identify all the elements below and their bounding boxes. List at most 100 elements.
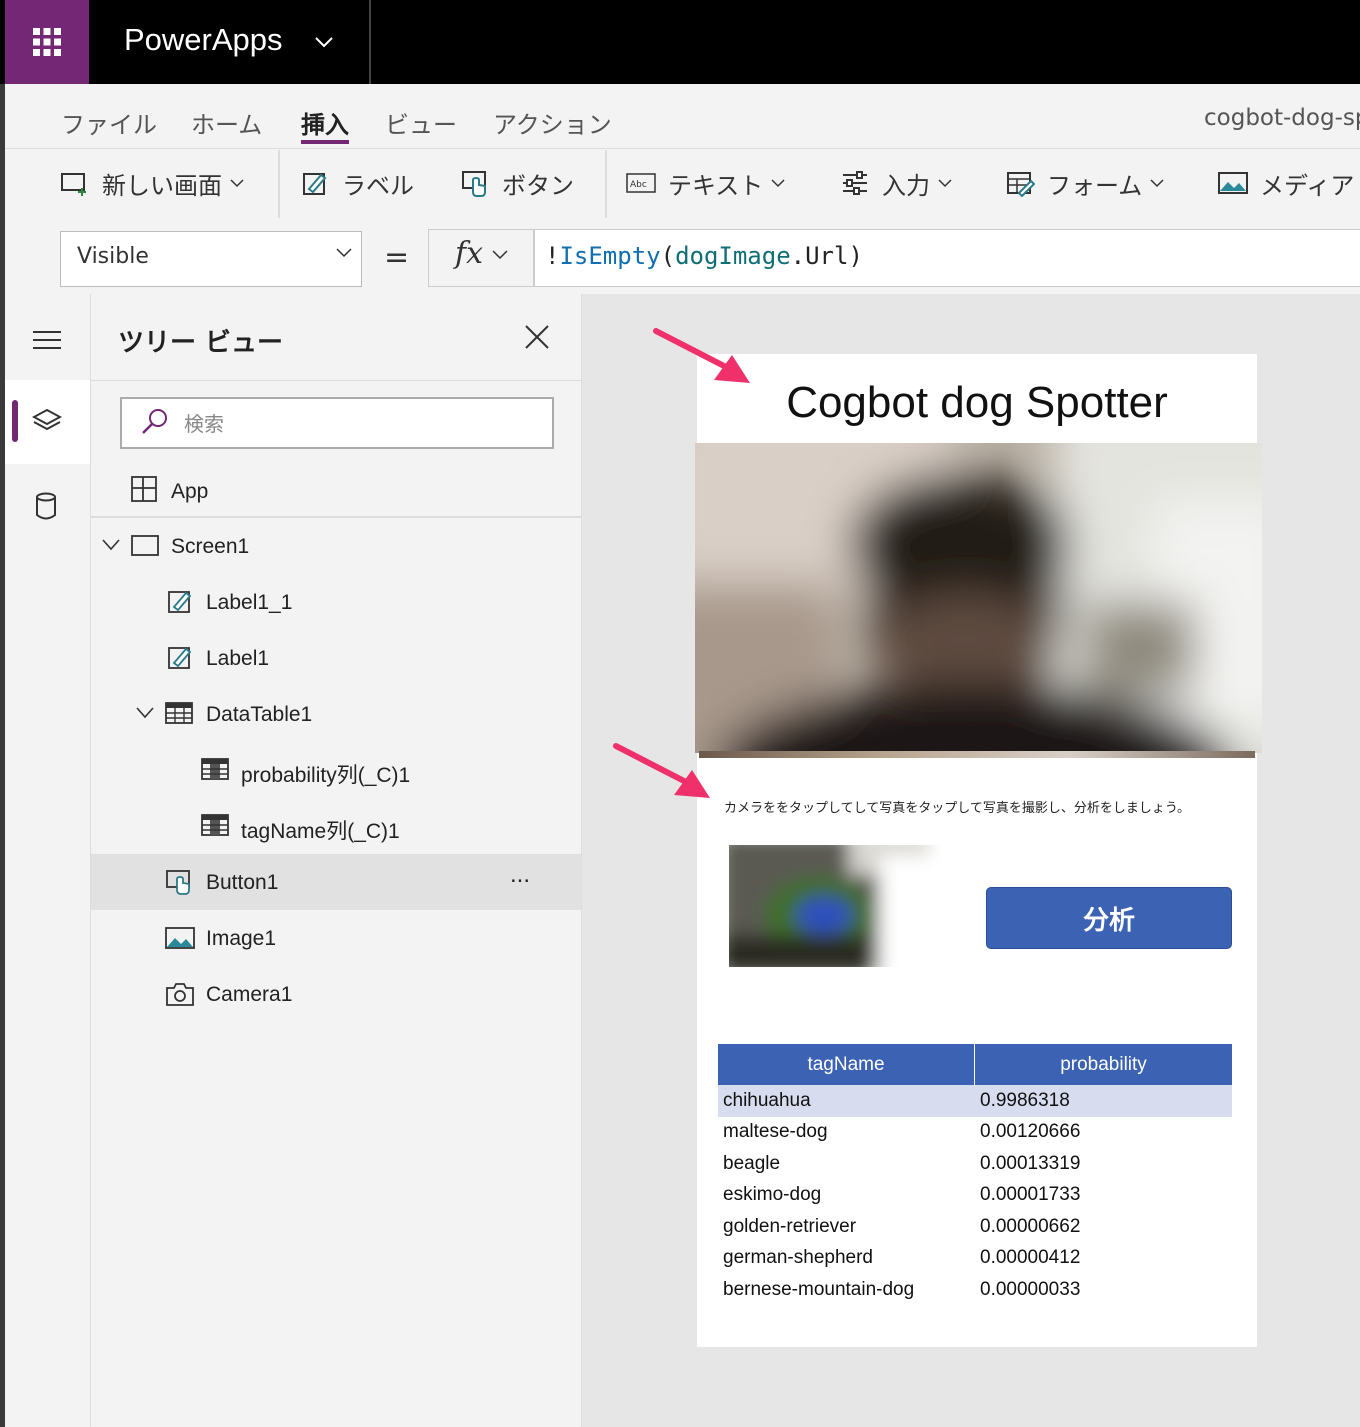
divider bbox=[369, 0, 371, 84]
project-name: cogbot-dog-sp bbox=[1204, 105, 1360, 131]
active-indicator bbox=[12, 400, 18, 442]
annotation-arrow-icon bbox=[653, 328, 750, 383]
analyze-button[interactable]: 分析 bbox=[986, 887, 1232, 949]
text-button-label: テキスト bbox=[668, 171, 764, 200]
tree-item-app[interactable]: App bbox=[91, 464, 581, 520]
menu-file[interactable]: ファイル bbox=[61, 105, 157, 140]
button-button[interactable]: ボタン bbox=[460, 166, 574, 200]
captured-image-thumbnail[interactable] bbox=[729, 845, 941, 967]
tree-item-label1-1[interactable]: Label1_1 bbox=[91, 575, 581, 631]
active-tab-indicator bbox=[301, 140, 349, 144]
chevron-down-icon[interactable] bbox=[314, 36, 334, 48]
image-icon bbox=[165, 927, 195, 949]
hamburger-menu-icon[interactable] bbox=[33, 330, 61, 350]
chevron-down-icon bbox=[492, 250, 508, 260]
tree-item-screen1[interactable]: Screen1 bbox=[91, 519, 581, 575]
form-icon bbox=[1005, 168, 1035, 198]
menu-home[interactable]: ホーム bbox=[191, 105, 262, 140]
cell-probability: 0.00000033 bbox=[980, 1278, 1081, 1300]
column-icon bbox=[201, 758, 229, 780]
annotation-arrow-icon bbox=[613, 743, 710, 798]
formula-property: .Url) bbox=[790, 242, 863, 270]
chevron-down-icon bbox=[336, 248, 352, 258]
database-icon[interactable] bbox=[35, 492, 57, 520]
label-edit-icon bbox=[300, 168, 330, 198]
new-screen-label: 新しい画面 bbox=[102, 171, 222, 200]
new-screen-icon bbox=[60, 168, 90, 198]
data-table[interactable]: tagName probability chihuahua 0.9986318 … bbox=[718, 1044, 1232, 1306]
table-row[interactable]: maltese-dog 0.00120666 bbox=[718, 1117, 1232, 1149]
chevron-down-icon bbox=[938, 178, 952, 187]
menu-insert[interactable]: 挿入 bbox=[301, 105, 349, 140]
more-options-icon[interactable]: ... bbox=[510, 861, 530, 889]
input-button[interactable]: 入力 bbox=[840, 166, 952, 200]
table-header: tagName probability bbox=[718, 1044, 1232, 1085]
new-screen-button[interactable]: 新しい画面 bbox=[60, 166, 244, 200]
tree-item-label: probability列(_C)1 bbox=[241, 764, 411, 787]
tree-item-label1[interactable]: Label1 bbox=[91, 631, 581, 687]
equals-sign: = bbox=[384, 240, 410, 275]
camera-icon bbox=[166, 983, 194, 1006]
column-header-tagname[interactable]: tagName bbox=[718, 1044, 975, 1085]
chevron-down-icon bbox=[771, 178, 785, 187]
chevron-down-icon[interactable] bbox=[102, 539, 120, 551]
label-button[interactable]: ラベル bbox=[300, 166, 414, 200]
screen-icon bbox=[131, 535, 159, 556]
form-button[interactable]: フォーム bbox=[1005, 166, 1164, 200]
table-row[interactable]: eskimo-dog 0.00001733 bbox=[718, 1180, 1232, 1212]
tree-item-button1[interactable]: Button1 ... bbox=[91, 855, 581, 911]
cell-probability: 0.00013319 bbox=[980, 1152, 1081, 1174]
cell-tagname: maltese-dog bbox=[723, 1121, 828, 1143]
app-launcher-waffle-icon[interactable] bbox=[5, 0, 89, 84]
chevron-down-icon bbox=[230, 178, 244, 187]
tree-item-label: DataTable1 bbox=[206, 703, 313, 726]
tree-item-tagname-column[interactable]: tagName列(_C)1 bbox=[91, 799, 581, 855]
table-row[interactable]: german-shepherd 0.00000412 bbox=[718, 1243, 1232, 1275]
cell-probability: 0.00001733 bbox=[980, 1184, 1081, 1206]
formula-paren: ( bbox=[660, 242, 676, 270]
text-input-icon: Abc bbox=[626, 168, 656, 198]
close-icon[interactable] bbox=[524, 324, 550, 350]
formula-operator: ! bbox=[545, 242, 560, 270]
search-placeholder: 検索 bbox=[184, 412, 224, 436]
tree-item-label: Screen1 bbox=[171, 535, 250, 558]
tree-item-label: Button1 bbox=[206, 871, 279, 894]
chevron-down-icon[interactable] bbox=[136, 707, 154, 719]
app-name[interactable]: PowerApps bbox=[124, 22, 283, 58]
chevron-down-icon bbox=[1150, 178, 1164, 187]
cell-tagname: chihuahua bbox=[723, 1089, 811, 1111]
cell-probability: 0.00000662 bbox=[980, 1215, 1081, 1237]
cell-tagname: beagle bbox=[723, 1152, 781, 1174]
column-icon bbox=[201, 814, 229, 836]
tree-item-datatable1[interactable]: DataTable1 bbox=[91, 687, 581, 743]
image-icon bbox=[1218, 168, 1248, 198]
tree-item-label: Image1 bbox=[206, 927, 277, 950]
tree-item-camera1[interactable]: Camera1 bbox=[91, 967, 581, 1023]
tree-item-image1[interactable]: Image1 bbox=[91, 911, 581, 967]
table-row[interactable]: beagle 0.00013319 bbox=[718, 1148, 1232, 1180]
label-edit-icon bbox=[168, 591, 192, 613]
datatable-icon bbox=[165, 702, 193, 724]
table-row[interactable]: bernese-mountain-dog 0.00000033 bbox=[718, 1274, 1232, 1306]
tree-item-label: Camera1 bbox=[206, 983, 293, 1006]
tree-view-title: ツリー ビュー bbox=[118, 328, 284, 358]
tree-item-probability-column[interactable]: probability列(_C)1 bbox=[91, 743, 581, 799]
cell-tagname: bernese-mountain-dog bbox=[723, 1278, 915, 1300]
label-edit-icon bbox=[168, 647, 192, 669]
input-button-label: 入力 bbox=[882, 171, 930, 200]
app-title-label[interactable]: Cogbot dog Spotter bbox=[697, 378, 1257, 428]
text-button[interactable]: Abc テキスト bbox=[626, 166, 785, 200]
button-icon bbox=[166, 870, 190, 895]
table-row[interactable]: chihuahua 0.9986318 bbox=[718, 1085, 1232, 1117]
divider bbox=[91, 380, 581, 381]
label-button-label: ラベル bbox=[342, 171, 414, 200]
photo-edge bbox=[699, 751, 1255, 758]
instruction-label[interactable]: カメラををタップしてして写真をタップして写真を撮影し、分析をしましょう。 bbox=[724, 797, 1190, 816]
cell-probability: 0.00120666 bbox=[980, 1121, 1081, 1143]
media-button[interactable]: メディア bbox=[1218, 166, 1354, 200]
column-header-probability[interactable]: probability bbox=[975, 1044, 1232, 1085]
menu-action[interactable]: アクション bbox=[493, 105, 612, 140]
menu-view[interactable]: ビュー bbox=[385, 105, 457, 140]
camera-photo[interactable] bbox=[695, 443, 1262, 753]
table-row[interactable]: golden-retriever 0.00000662 bbox=[718, 1211, 1232, 1243]
